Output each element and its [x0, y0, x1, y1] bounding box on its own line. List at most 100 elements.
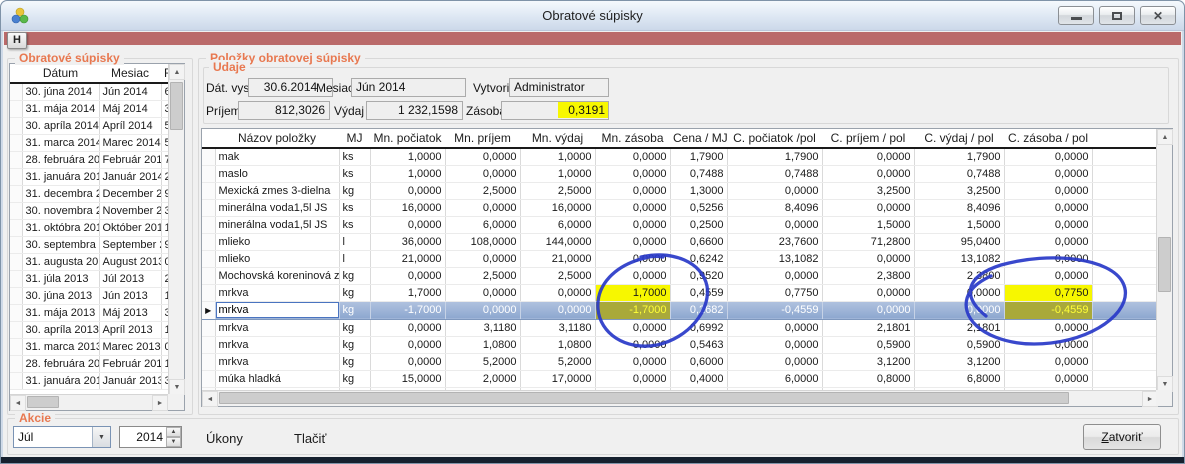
list-item[interactable]: 31. augusta 2013August 20130	[10, 253, 168, 270]
column-header-c-vydaj[interactable]: C. výdaj / pol	[914, 129, 1004, 148]
cell-f: 0	[161, 338, 168, 355]
cell-mn-vydaj: 144,0000	[520, 233, 595, 250]
cell-c-zasoba: 0,0000	[1004, 182, 1092, 199]
window-title: Obratové súpisky	[1, 8, 1184, 23]
cell-c-prijem: 0,0000	[822, 301, 914, 319]
column-header-f[interactable]: F	[161, 64, 168, 83]
scroll-left-icon[interactable]: ◄	[202, 391, 218, 407]
h-button[interactable]: H	[7, 32, 27, 49]
table-row[interactable]: minerálna voda1,5l JSks0,00006,00006,000…	[202, 216, 1158, 233]
cell-nazov: mrkva	[215, 319, 339, 336]
ukony-menu[interactable]: Úkony	[206, 431, 243, 446]
table-row[interactable]: Mexická zmes 3-dielnakg0,00002,50002,500…	[202, 182, 1158, 199]
list-item[interactable]: 31. januára 2014Január 20142	[10, 168, 168, 185]
column-header-mn-pociatok[interactable]: Mn. počiatok	[370, 129, 445, 148]
app-window: Obratové súpisky ✕ H Obratové súpisky Dá…	[0, 0, 1185, 464]
cell-mj: ks	[339, 148, 370, 165]
restore-button[interactable]	[1099, 6, 1135, 25]
cell-mn-vydaj: 1,0800	[520, 336, 595, 353]
cell-c-prijem: 0,0000	[822, 250, 914, 267]
table-row[interactable]: mrkvakg0,00005,20005,20000,00000,60000,0…	[202, 353, 1158, 370]
vydaj-label: Výdaj	[334, 104, 364, 118]
table-row[interactable]: mrkvakg1,70000,00000,00001,70000,45590,7…	[202, 284, 1158, 301]
minimize-button[interactable]	[1058, 6, 1094, 25]
table-row[interactable]: mrkvakg0,00003,11803,11800,00000,69920,0…	[202, 319, 1158, 336]
items-table-body: makks1,00000,00001,00000,00001,79001,790…	[202, 148, 1158, 392]
column-header-mesiac[interactable]: Mesiac	[99, 64, 161, 83]
cell-mesiac: Január 2013	[99, 372, 161, 389]
month-list-hscrollbar[interactable]: ◄ ►	[10, 394, 168, 410]
table-row[interactable]: mliekol36,0000108,0000144,00000,00000,66…	[202, 233, 1158, 250]
scroll-up-icon[interactable]: ▲	[1157, 129, 1173, 145]
month-dropdown[interactable]: Júl ▼	[13, 426, 111, 448]
list-item[interactable]: 30. júna 2014Jún 20146	[10, 83, 168, 100]
list-item[interactable]: 31. októbra 2013Október 20131	[10, 219, 168, 236]
cell-mesiac: September 2013	[99, 236, 161, 253]
table-row[interactable]: mrkvakg0,00001,08001,08000,00000,54630,0…	[202, 336, 1158, 353]
cell-mn-zasoba: 0,0000	[595, 182, 670, 199]
list-item[interactable]: 31. mája 2014Máj 20143	[10, 100, 168, 117]
list-item[interactable]: 28. februára 2013Február 20131	[10, 355, 168, 372]
cell-mesiac: December 2013	[99, 185, 161, 202]
column-header-cena-mj[interactable]: Cena / MJ	[670, 129, 727, 148]
table-row[interactable]: masloks1,00000,00001,00000,00000,74880,7…	[202, 165, 1158, 182]
table-row[interactable]: makks1,00000,00001,00000,00001,79001,790…	[202, 148, 1158, 165]
chevron-down-icon[interactable]: ▼	[92, 427, 110, 447]
cell-mn-prijem: 0,0000	[445, 301, 520, 319]
cell-nazov: Mochovská koreninová zmes	[215, 267, 339, 284]
cell-c-zasoba: 0,0000	[1004, 370, 1092, 387]
scroll-down-icon[interactable]: ▼	[169, 379, 185, 395]
column-header-c-pociatok[interactable]: C. počiatok /pol	[727, 129, 822, 148]
list-item[interactable]: 30. júna 2013Jún 20131	[10, 287, 168, 304]
scroll-right-icon[interactable]: ►	[152, 395, 168, 411]
list-item[interactable]: 31. marca 2013Marec 20130	[10, 338, 168, 355]
table-row[interactable]: minerálna voda1,5l JSks16,00000,000016,0…	[202, 199, 1158, 216]
table-row[interactable]: ▶mrkvakg-1,70000,00000,0000-1,70000,2682…	[202, 301, 1158, 319]
column-header-mn-prijem[interactable]: Mn. príjem	[445, 129, 520, 148]
items-table-hscroll-thumb[interactable]	[219, 392, 1069, 404]
cell-mj: kg	[339, 370, 370, 387]
list-item[interactable]: 30. apríla 2013Apríl 20131	[10, 321, 168, 338]
table-row[interactable]: mliekol21,00000,000021,00000,00000,62421…	[202, 250, 1158, 267]
column-header-datum[interactable]: Dátum	[22, 64, 99, 83]
cell-cena-mj: 1,7900	[670, 148, 727, 165]
column-header-mn-zasoba[interactable]: Mn. zásoba	[595, 129, 670, 148]
list-item[interactable]: 28. februára 2014Február 20147	[10, 151, 168, 168]
zatvorit-button[interactable]: Zatvoriť	[1083, 424, 1161, 450]
list-item[interactable]: 31. mája 2013Máj 20133	[10, 304, 168, 321]
list-item[interactable]: 30. novembra 2013November 20133	[10, 202, 168, 219]
month-list-vscrollbar[interactable]: ▲ ▼	[168, 64, 184, 395]
cell-mn-prijem: 108,0000	[445, 233, 520, 250]
scroll-left-icon[interactable]: ◄	[10, 395, 26, 411]
column-header-c-zasoba[interactable]: C. zásoba / pol	[1004, 129, 1092, 148]
list-item[interactable]: 31. júla 2013Júl 20132	[10, 270, 168, 287]
month-list-hscroll-thumb[interactable]	[27, 396, 59, 408]
table-row[interactable]: múka hladkákg15,00002,000017,00000,00000…	[202, 370, 1158, 387]
close-button[interactable]: ✕	[1140, 6, 1176, 25]
spin-down-icon[interactable]: ▼	[166, 437, 181, 447]
cell-mn-zasoba: 0,0000	[595, 250, 670, 267]
month-list-vscroll-thumb[interactable]	[170, 82, 183, 130]
items-table-hscrollbar[interactable]: ◄ ►	[202, 390, 1158, 406]
year-stepper[interactable]: 2014 ▲ ▼	[119, 426, 182, 448]
items-table-vscrollbar[interactable]: ▲ ▼	[1156, 129, 1172, 392]
column-header-nazov[interactable]: Názov položky	[215, 129, 339, 148]
table-row[interactable]: Mochovská koreninová zmeskg0,00002,50002…	[202, 267, 1158, 284]
cell-editor[interactable]: mrkva	[216, 302, 339, 318]
column-header-mn-vydaj[interactable]: Mn. výdaj	[520, 129, 595, 148]
column-header-c-prijem[interactable]: C. príjem / pol	[822, 129, 914, 148]
list-item[interactable]: 30. septembra 2013September 20139	[10, 236, 168, 253]
items-table-vscroll-thumb[interactable]	[1158, 237, 1171, 292]
tlacit-menu[interactable]: Tlačiť	[294, 431, 326, 446]
scroll-up-icon[interactable]: ▲	[169, 64, 185, 80]
cell-cena-mj: 0,5256	[670, 199, 727, 216]
list-item[interactable]: 31. januára 2013Január 20133	[10, 372, 168, 389]
cell-f: 2	[161, 168, 168, 185]
cell-mn-pociatok: -1,7000	[370, 301, 445, 319]
spin-up-icon[interactable]: ▲	[166, 427, 181, 437]
column-header-mj[interactable]: MJ	[339, 129, 370, 148]
list-item[interactable]: 31. marca 2014Marec 20145	[10, 134, 168, 151]
list-item[interactable]: 30. apríla 2014Apríl 20145	[10, 117, 168, 134]
list-item[interactable]: 31. decembra 2013December 20139	[10, 185, 168, 202]
cell-mn-vydaj: 0,0000	[520, 301, 595, 319]
